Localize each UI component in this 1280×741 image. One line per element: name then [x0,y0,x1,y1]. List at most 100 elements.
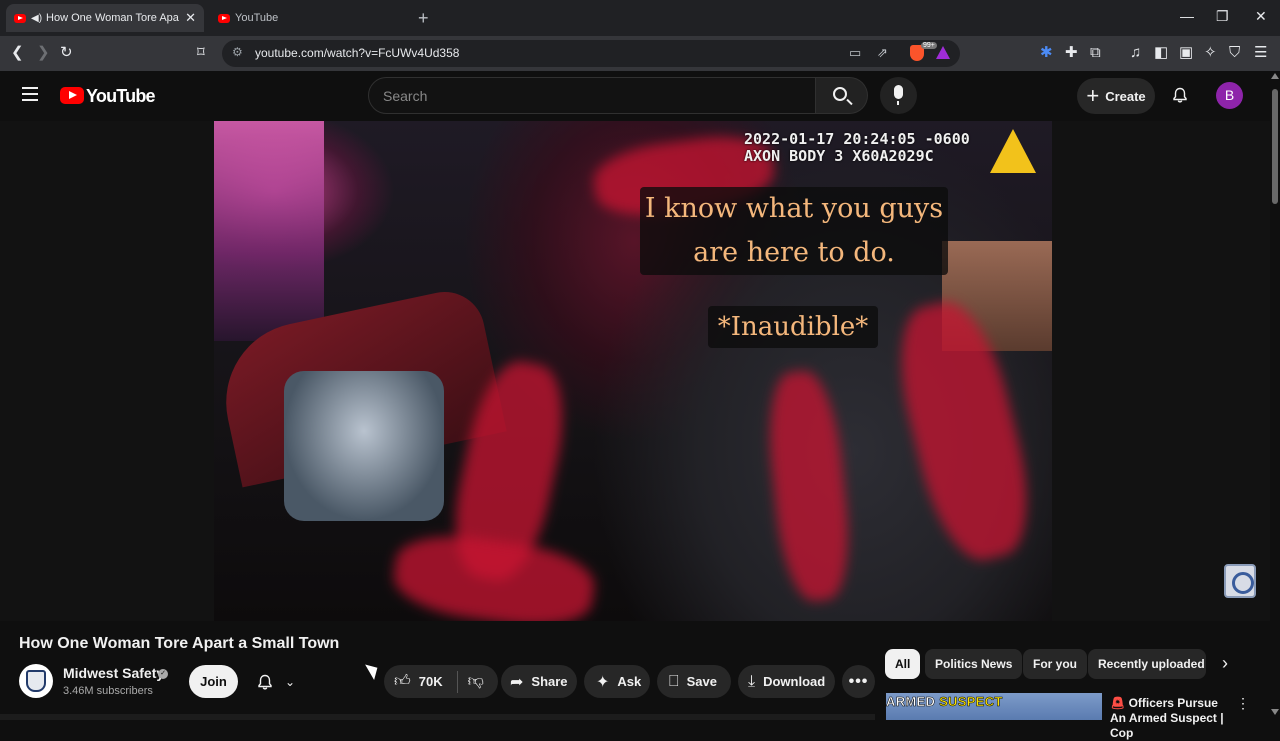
subscription-bell-button[interactable]: ⌄ [247,665,307,698]
caption-line: are here to do. [693,237,895,268]
cast-icon[interactable]: ▭ [849,45,861,61]
url-text[interactable]: youtube.com/watch?v=FcUWv4Ud358 [255,46,459,60]
restore-icon[interactable]: ❐ [1216,8,1229,25]
like-count[interactable]: 70K [419,674,443,689]
alarm-icon: 🚨︎ [1110,696,1126,710]
join-button[interactable]: Join [189,665,238,698]
tab-title: How One Woman Tore Apart [46,12,180,24]
leo-ai-icon[interactable]: ✧ [1204,44,1217,62]
scroll-thumb[interactable] [1272,89,1278,204]
tab-active[interactable]: ◀) How One Woman Tore Apart ✕ [6,4,204,32]
media-icon[interactable]: ♫ [1130,44,1141,62]
brave-rewards-icon[interactable] [936,46,950,59]
create-button[interactable]: + Create [1077,78,1155,114]
back-icon[interactable]: ❮ [11,44,24,62]
sparkle-icon: ✦ [596,673,610,691]
chevron-down-icon: ⌄ [285,674,296,689]
bookmark-icon: ⎕ [669,672,679,690]
red-light-stripe [762,367,856,605]
ask-button[interactable]: ✦ Ask [584,665,650,698]
account-avatar[interactable]: B [1216,82,1243,109]
download-label: Download [763,674,826,689]
like-icon[interactable]: 👍︎ [394,672,411,691]
chevron-right-icon[interactable]: › [1222,653,1228,674]
share-page-icon[interactable]: ⇗ [877,45,888,61]
storefront-lights [214,121,324,341]
like-dislike-group: 👍︎ 70K 👎︎ [384,665,498,698]
video-player[interactable]: 2022-01-17 20:24:05 -0600 AXON BODY 3 X6… [0,121,1270,621]
bodycam-timestamp: 2022-01-17 20:24:05 -0600 [744,130,970,148]
guide-menu-icon[interactable] [22,87,38,101]
video-title: How One Woman Tore Apart a Small Town [19,635,340,652]
sidebar-icon[interactable]: ◧ [1154,44,1168,62]
dislike-icon[interactable]: 👎︎ [468,672,484,691]
youtube-favicon-icon [218,13,230,23]
wallet-icon[interactable]: ▣ [1179,44,1193,62]
search-input[interactable]: Search [368,77,816,114]
save-label: Save [686,674,717,689]
address-bar[interactable]: ⚙ youtube.com/watch?v=FcUWv4Ud358 ▭ ⇗ 99… [222,40,960,67]
scroll-up-icon[interactable] [1271,73,1279,79]
bodycam-device-id: AXON BODY 3 X60A2029C [744,147,934,165]
axon-logo-icon [990,129,1036,173]
chip-recently-uploaded[interactable]: Recently uploaded [1088,649,1206,679]
notifications-bell-icon[interactable] [1172,87,1188,103]
scroll-down-icon[interactable] [1271,709,1279,715]
speaker-icon[interactable]: ◀) [31,13,42,24]
channel-name[interactable]: Midwest Safety [63,665,164,681]
channel-avatar[interactable] [19,664,53,698]
create-label: Create [1105,88,1146,104]
reload-icon[interactable]: ↻ [60,44,73,62]
download-button[interactable]: ⤓ Download [738,665,835,698]
bookmark-icon[interactable]: ⌑ [197,44,205,62]
caption-inaudible: *Inaudible* [708,306,878,348]
video-frame[interactable]: 2022-01-17 20:24:05 -0600 AXON BODY 3 X6… [214,121,1052,621]
page-scrollbar[interactable] [1270,71,1280,720]
window-close-icon[interactable]: ✕ [1255,8,1267,25]
youtube-favicon-icon [14,13,26,23]
recommendation-title-text[interactable]: Officers Pursue An Armed Suspect | Cop [1110,696,1224,740]
thumbnail-text-a: ARMED [886,694,936,710]
youtube-logo-icon[interactable] [60,87,84,104]
save-button[interactable]: ⎕ Save [657,665,731,698]
share-button[interactable]: ➦ Share [501,665,577,698]
menu-icon[interactable]: ☰ [1254,44,1267,62]
browser-toolbar: ❮ ❯ ↻ ⌑ ⚙ youtube.com/watch?v=FcUWv4Ud35… [0,36,1280,71]
chip-for-you[interactable]: For you [1023,649,1087,679]
screenshot-icon[interactable]: ⧉ [1090,44,1101,62]
search-button[interactable] [816,77,868,114]
more-icon: ••• [848,672,869,690]
recommendation-menu-icon[interactable]: ⋮ [1236,695,1250,712]
share-icon: ➦ [510,673,524,691]
extension-blue-icon[interactable]: ✱ [1040,44,1053,62]
chip-all[interactable]: All [885,649,921,679]
share-label: Share [531,674,568,689]
forward-icon[interactable]: ❯ [37,44,50,62]
new-tab-icon[interactable]: + [418,8,429,29]
youtube-logo-text[interactable]: YouTube [86,86,156,107]
site-info-icon[interactable]: ⚙ [232,45,243,59]
youtube-masthead: YouTube Search + Create B [0,71,1270,121]
more-actions-button[interactable]: ••• [842,665,875,698]
recommendation-title[interactable]: 🚨︎ Officers Pursue An Armed Suspect | Co… [1110,696,1230,741]
vpn-icon[interactable]: ⛉ [1229,44,1240,62]
caption-line: I know what you guys [644,193,944,224]
channel-watermark-icon[interactable] [1224,564,1256,598]
minimize-icon[interactable]: — [1180,8,1194,24]
tab-title: YouTube [235,12,279,24]
recommendation-thumbnail[interactable]: ARMED SUSPECT [886,693,1102,720]
mouse-cursor-icon [365,659,382,681]
car-interior [284,371,444,521]
search-placeholder: Search [383,88,428,104]
extensions-icon[interactable]: ✚ [1065,44,1078,62]
voice-search-button[interactable] [880,77,917,114]
chip-politics-news[interactable]: Politics News [925,649,1023,679]
brave-shields-count: 99+ [921,42,937,49]
download-icon: ⤓ [748,672,756,690]
thumbnail-text: ARMED SUSPECT [886,694,1003,710]
tab-youtube[interactable]: YouTube [210,4,410,32]
plus-icon: + [1086,83,1100,108]
subscriber-count: 3.46M subscribers [63,685,153,697]
close-tab-icon[interactable]: ✕ [185,10,196,26]
ask-label: Ask [617,674,642,689]
